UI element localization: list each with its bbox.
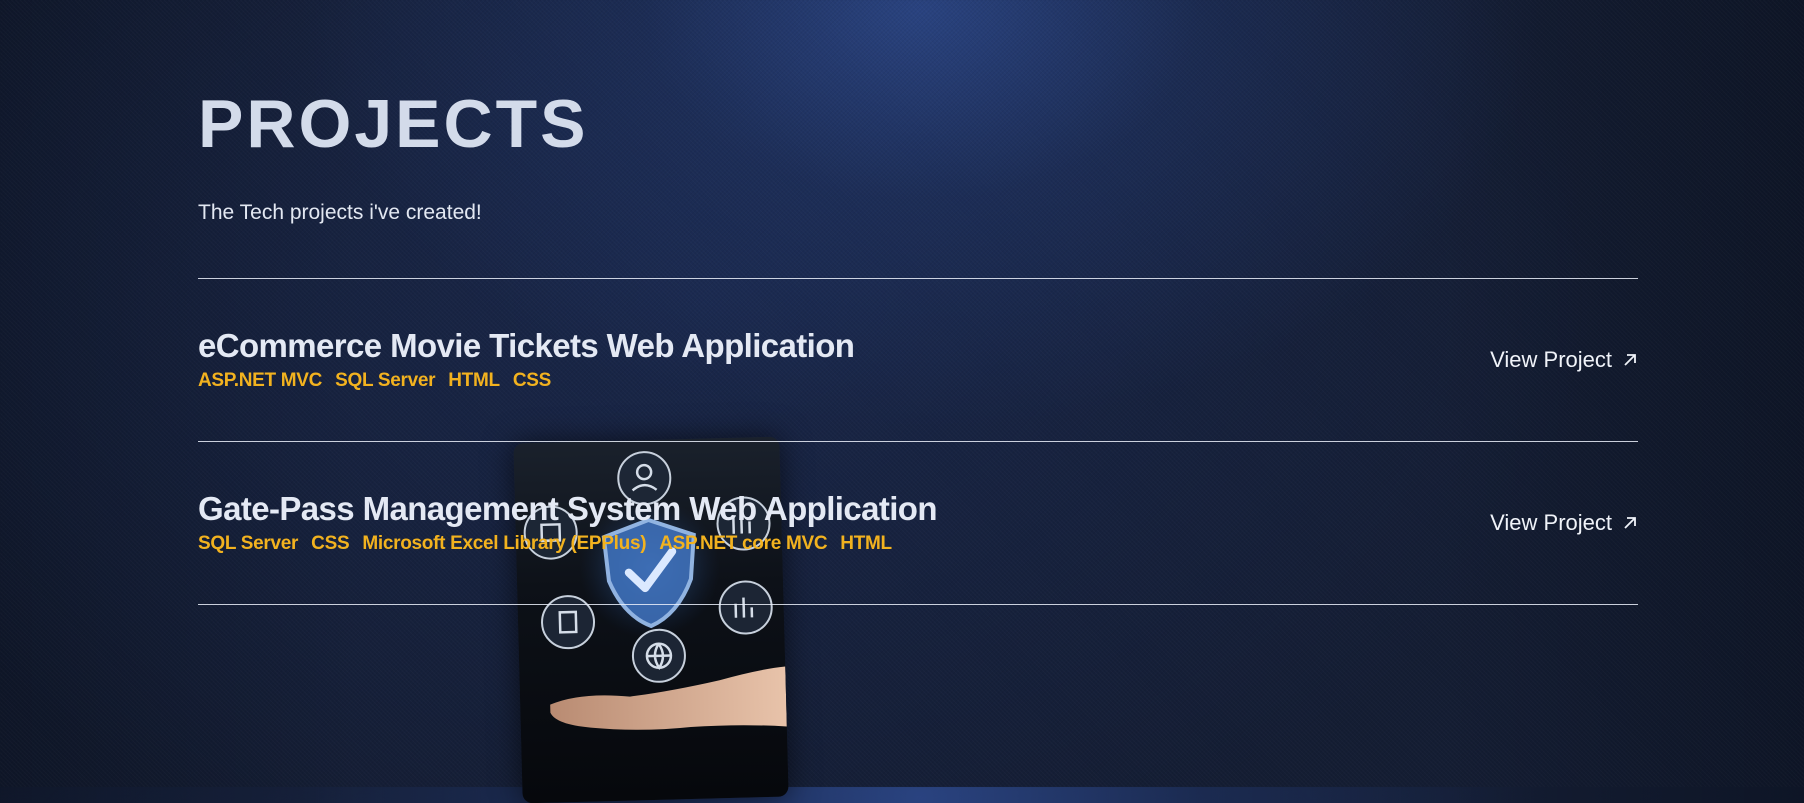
view-project-label: View Project xyxy=(1490,510,1612,535)
project-tags: ASP.NET MVC SQL Server HTML CSS xyxy=(198,369,551,393)
tag: CSS xyxy=(311,533,350,554)
view-project-link[interactable]: View Project xyxy=(1490,346,1638,374)
project-item-gate-pass: Gate-Pass Management System Web Applicat… xyxy=(198,442,1638,604)
arrow-up-right-icon xyxy=(1624,354,1636,366)
project-title: eCommerce Movie Tickets Web Application xyxy=(198,327,855,364)
project-title: Gate-Pass Management System Web Applicat… xyxy=(198,490,938,527)
tag: SQL Server xyxy=(335,370,436,391)
tag: HTML xyxy=(448,370,500,391)
section-title: PROJECTS xyxy=(198,86,589,162)
divider xyxy=(198,604,1638,605)
section-subtitle: The Tech projects i've created! xyxy=(198,201,482,224)
tag: ASP.NET core MVC xyxy=(659,533,828,554)
project-item-ecommerce: eCommerce Movie Tickets Web Application … xyxy=(198,279,1638,441)
tag: ASP.NET MVC xyxy=(198,370,323,391)
view-project-link[interactable]: View Project xyxy=(1490,509,1638,537)
tag: CSS xyxy=(512,370,551,391)
project-tags: SQL Server CSS Microsoft Excel Library (… xyxy=(198,532,892,556)
view-project-label: View Project xyxy=(1490,347,1612,372)
arrow-up-right-icon xyxy=(1624,517,1636,529)
tag: HTML xyxy=(840,533,892,554)
tag: SQL Server xyxy=(198,533,299,554)
tag: Microsoft Excel Library (EPPlus) xyxy=(362,533,647,554)
